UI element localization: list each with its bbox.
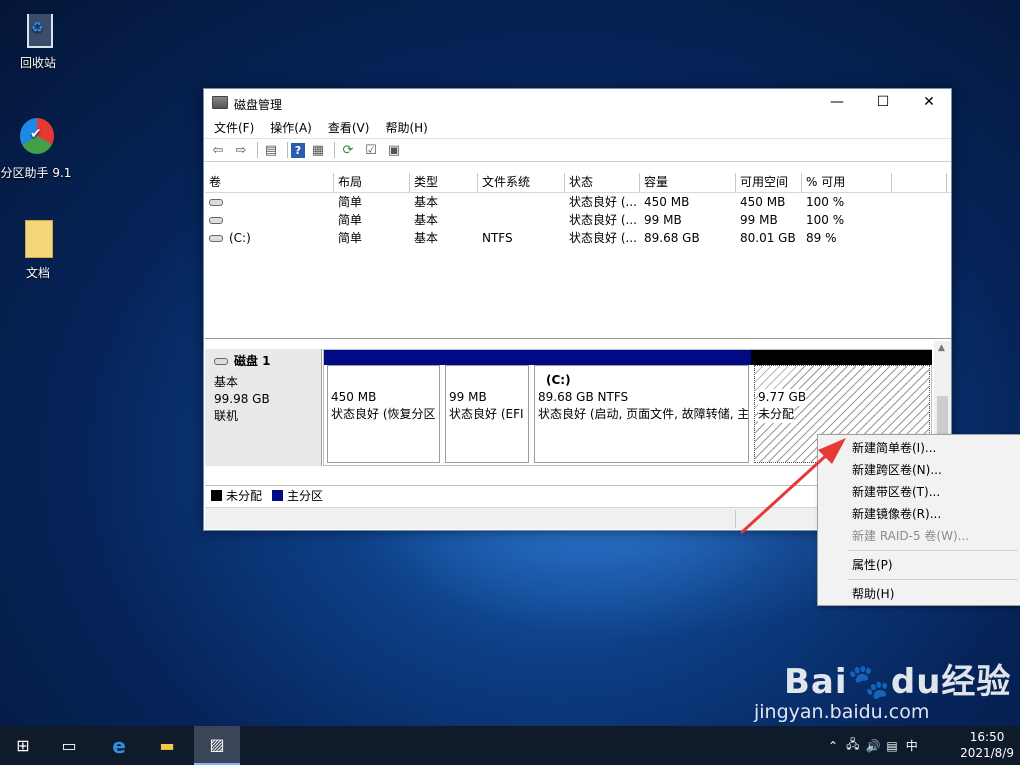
clock-date: 2021/8/9 <box>960 746 1014 760</box>
watermark-brand: Bai🐾du经验 <box>784 654 1011 703</box>
windows-start-icon[interactable]: ⊞ <box>0 726 46 765</box>
tray-overflow-icon[interactable]: ⌃ <box>828 739 838 753</box>
arrow-shaft <box>739 450 832 535</box>
annotation-arrow <box>739 438 846 535</box>
taskbar: ⊞ ▭ e ▬ ▨ ⌃ 🖧 🔊 ▤ 中 16:50 2021/8/9 <box>0 726 1020 765</box>
network-icon[interactable]: 🖧 <box>846 735 859 756</box>
task-view-icon[interactable]: ▭ <box>46 726 92 765</box>
paw-icon: 🐾 <box>847 662 891 702</box>
watermark-brand-part3: 经验 <box>941 662 1012 702</box>
file-explorer-icon[interactable]: ▬ <box>144 726 190 765</box>
clock-time: 16:50 <box>969 730 1005 744</box>
disk-management-taskbar-icon[interactable]: ▨ <box>194 726 240 765</box>
clock[interactable]: 16:50 2021/8/9 <box>960 729 1014 761</box>
volume-icon[interactable]: 🔊 <box>865 739 880 753</box>
watermark-url: jingyan.baidu.com <box>754 701 930 723</box>
ime-indicator[interactable]: 中 <box>906 737 918 754</box>
baidu-watermark: Bai🐾du经验 jingyan.baidu.com <box>754 654 1011 723</box>
watermark-brand-part2: du <box>890 662 942 702</box>
notification-icon[interactable]: ▤ <box>886 739 897 753</box>
watermark-brand-part1: Bai <box>784 662 848 702</box>
edge-browser-icon[interactable]: e <box>96 726 142 765</box>
system-tray: ⌃ 🖧 🔊 ▤ 中 <box>828 726 918 765</box>
